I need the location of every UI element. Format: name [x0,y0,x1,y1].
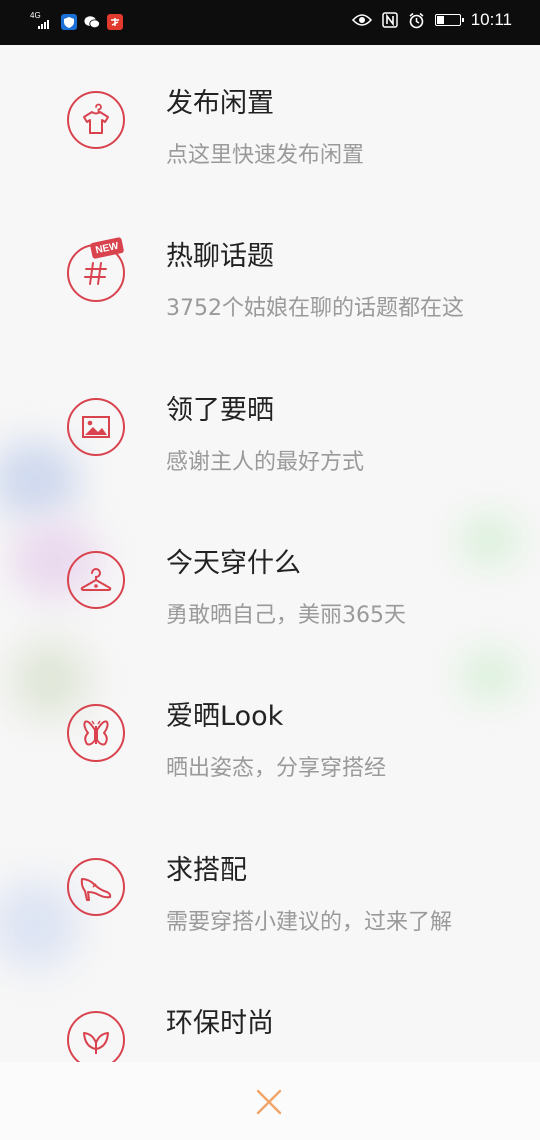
menu-item-subtitle: 感谢主人的最好方式 [166,450,365,475]
menu-item-title: 发布闲置 [166,88,274,119]
signal-icon: 4G [30,12,54,32]
network-type: 4G [30,11,41,20]
menu-item-seek-outfit[interactable]: 求搭配 需要穿搭小建议的，过来了解 [0,842,540,992]
menu-item-subtitle: 勇敢晒自己，美丽365天 [166,603,406,628]
shield-app-icon [61,14,77,30]
menu-item-what-to-wear[interactable]: 今天穿什么 勇敢晒自己，美丽365天 [0,535,540,685]
menu-item-publish-idle[interactable]: 发布闲置 点这里快速发布闲置 [0,75,540,225]
eye-icon [351,14,372,26]
high-heel-icon [67,858,125,916]
menu-item-hot-topics[interactable]: NEW 热聊话题 3752个姑娘在聊的话题都在这 [0,228,540,378]
menu-item-subtitle: 3752个姑娘在聊的话题都在这 [166,296,464,321]
wechat-icon [84,14,100,30]
leaf-icon [67,1011,125,1062]
tshirt-hanger-icon [67,91,125,149]
bottom-bar [0,1062,540,1140]
menu-item-title: 环保时尚 [166,1008,274,1039]
status-right: 10:11 [351,10,512,30]
menu-item-subtitle: 晒出姿态，分享穿搭经 [166,756,387,781]
menu-item-title: 今天穿什么 [166,548,301,579]
status-left: 4G [30,12,123,32]
nfc-icon [381,12,398,28]
alarm-icon [409,12,424,28]
menu-item-subtitle: 需要穿搭小建议的，过来了解 [166,910,453,935]
close-button[interactable] [249,1082,289,1122]
menu-item-love-look[interactable]: 爱晒Look 晒出姿态，分享穿搭经 [0,688,540,838]
menu-item-title: 领了要晒 [166,395,274,426]
publish-menu: 发布闲置 点这里快速发布闲置 NEW 热聊话题 3752个姑娘在聊的话题都在这 … [0,45,540,1062]
battery-icon [434,14,464,26]
menu-item-show-received[interactable]: 领了要晒 感谢主人的最好方式 [0,382,540,532]
menu-item-subtitle: 点这里快速发布闲置 [166,143,365,168]
status-bar: 4G 10:11 [0,0,540,45]
close-icon [256,1089,282,1115]
menu-item-eco-fashion[interactable]: 环保时尚 [0,995,540,1062]
butterfly-icon [67,704,125,762]
menu-item-title: 热聊话题 [166,241,274,272]
clothes-hanger-icon [67,551,125,609]
menu-item-title: 爱晒Look [166,701,284,732]
clock: 10:11 [470,10,512,29]
new-badge-label: NEW [94,240,120,256]
menu-item-title: 求搭配 [166,855,247,886]
picture-icon [67,398,125,456]
shopping-app-icon [107,14,123,30]
